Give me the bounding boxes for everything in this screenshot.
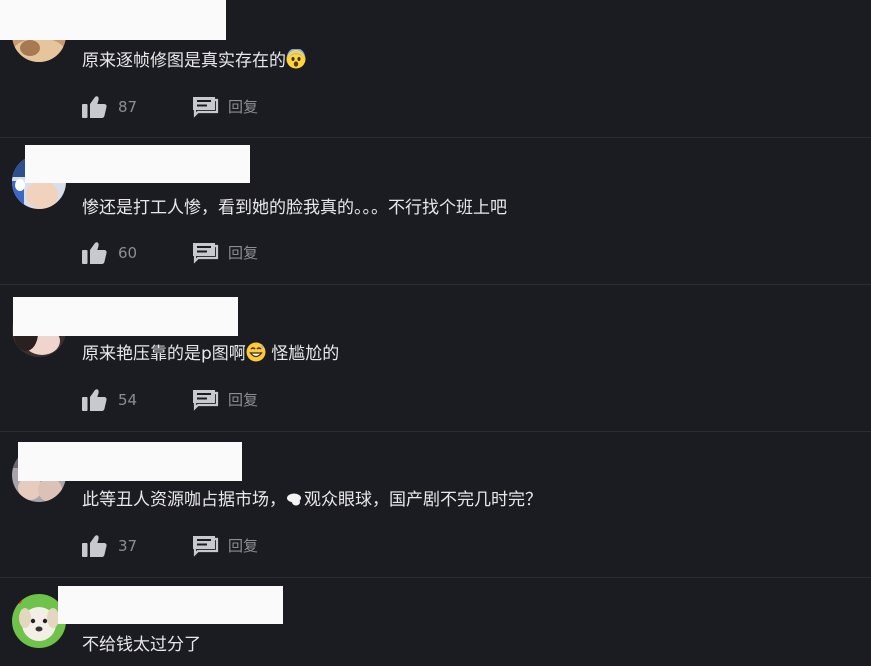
like-count: 60 <box>118 244 138 262</box>
comment-text: 惨还是打工人惨，看到她的脸我真的。。。不行找个班上吧 <box>82 196 507 220</box>
comment-item: 不给钱太过分了 <box>0 578 871 666</box>
reply-button[interactable]: 回复 <box>193 387 273 413</box>
reply-label: 回复 <box>228 244 259 262</box>
comment-bubble-icon <box>193 97 219 118</box>
comment-feed: 原来逐帧修图是真实存在的 87 回复 惨还是打工人惨，看到她的脸我真的。。。不行… <box>0 0 871 666</box>
comment-text-tail: 观众眼球，国产剧不完几时完？ <box>304 490 542 510</box>
comment-bubble-icon <box>193 243 219 264</box>
like-count: 87 <box>118 98 138 116</box>
reply-button[interactable]: 回复 <box>193 533 273 559</box>
thumbs-up-icon <box>82 535 107 557</box>
censor-blob-icon <box>286 490 304 515</box>
thumbs-up-icon <box>82 242 107 264</box>
comment-text: 此等丑人资源咖占据市场， 观众眼球，国产剧不完几时完？ <box>82 488 542 515</box>
comment-text-body: 原来逐帧修图是真实存在的 <box>82 51 286 71</box>
like-count: 54 <box>118 391 138 409</box>
grinning-sweat-face-icon <box>246 342 266 369</box>
comment-item: 惨还是打工人惨，看到她的脸我真的。。。不行找个班上吧 60 回复 <box>0 138 871 284</box>
comment-text: 原来艳压靠的是p图啊 怪尴尬的 <box>82 342 339 369</box>
username-redacted <box>58 586 283 624</box>
comment-text-tail: 怪尴尬的 <box>265 344 340 364</box>
thumbs-up-icon <box>82 389 107 411</box>
username-redacted <box>0 0 226 40</box>
reply-button[interactable]: 回复 <box>193 240 273 266</box>
comment-text-body: 惨还是打工人惨，看到她的脸我真的。。。不行找个班上吧 <box>82 198 507 218</box>
comment-text: 原来逐帧修图是真实存在的 <box>82 48 306 76</box>
reply-label: 回复 <box>228 98 259 116</box>
comment-item: 原来艳压靠的是p图啊 怪尴尬的 54 回复 <box>0 285 871 431</box>
comment-text-body: 不给钱太过分了 <box>82 635 201 655</box>
username-redacted <box>25 145 250 183</box>
comment-bubble-icon <box>193 536 219 557</box>
username-redacted <box>18 442 242 481</box>
reply-button[interactable]: 回复 <box>193 94 273 120</box>
comment-text-body: 此等丑人资源咖占据市场， <box>82 490 286 510</box>
comment-text-body: 原来艳压靠的是p图啊 <box>82 344 246 364</box>
comment-item: 此等丑人资源咖占据市场， 观众眼球，国产剧不完几时完？ 37 回复 <box>0 432 871 578</box>
comment-item: 原来逐帧修图是真实存在的 87 回复 <box>0 0 871 137</box>
thumbs-up-icon <box>82 96 107 118</box>
comment-bubble-icon <box>193 390 219 411</box>
reply-label: 回复 <box>228 537 259 555</box>
username-redacted <box>13 297 238 336</box>
like-count: 37 <box>118 537 138 555</box>
reply-label: 回复 <box>228 391 259 409</box>
comment-text: 不给钱太过分了 <box>82 633 201 657</box>
fearful-face-icon <box>286 48 306 76</box>
